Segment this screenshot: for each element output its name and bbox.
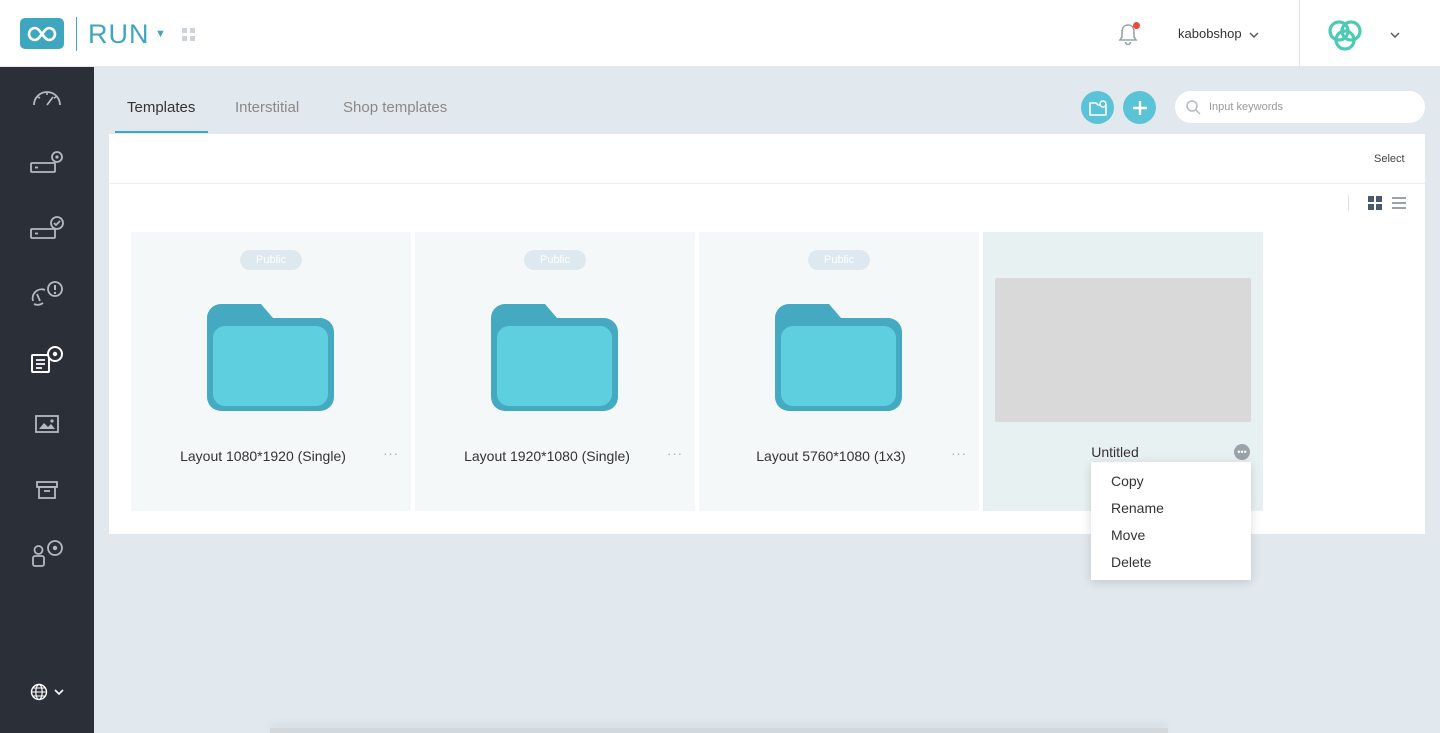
new-folder-button[interactable] [1081, 91, 1114, 124]
device-settings-icon[interactable] [27, 143, 67, 183]
menu-item-delete[interactable]: Delete [1091, 552, 1251, 579]
template-thumbnail[interactable] [995, 278, 1251, 422]
more-options-icon[interactable]: ••• [1234, 444, 1250, 460]
menu-item-move[interactable]: Move [1091, 525, 1251, 552]
tab-shop-templates[interactable]: Shop templates [343, 99, 447, 116]
card-title: Layout 1920*1080 (Single) [464, 448, 630, 464]
plus-icon [1132, 100, 1147, 115]
folder-icon [775, 304, 902, 411]
search-box[interactable] [1175, 91, 1425, 123]
folder-icon [207, 304, 334, 411]
public-badge: Public [524, 250, 586, 270]
card-title: Untitled [1091, 444, 1139, 460]
grid-view-icon[interactable] [1368, 196, 1382, 215]
logo-divider [76, 17, 77, 51]
public-badge: Public [808, 250, 870, 270]
username[interactable]: kabobshop [1178, 26, 1242, 41]
tab-templates[interactable]: Templates [127, 99, 195, 116]
panel-divider [109, 183, 1425, 184]
more-options-icon[interactable]: ··· [383, 446, 399, 461]
list-view-icon[interactable] [1392, 196, 1406, 215]
context-menu: Copy Rename Move Delete [1091, 462, 1251, 580]
top-header: RUN ▼ kabobshop [0, 0, 1440, 67]
menu-item-rename[interactable]: Rename [1091, 498, 1251, 525]
chevron-down-icon [54, 689, 64, 696]
view-divider [1348, 195, 1349, 211]
notification-dot [1133, 22, 1140, 29]
media-image-icon[interactable] [27, 404, 67, 444]
menu-item-copy[interactable]: Copy [1091, 471, 1251, 498]
archive-box-icon[interactable] [27, 470, 67, 510]
card-title: Layout 1080*1920 (Single) [180, 448, 346, 464]
search-input[interactable] [1209, 101, 1409, 113]
header-divider [1299, 0, 1300, 67]
active-tab-indicator [115, 131, 208, 133]
globe-icon [30, 683, 48, 701]
device-check-icon[interactable] [27, 209, 67, 249]
select-button[interactable]: Select [1374, 153, 1405, 165]
more-options-icon[interactable]: ··· [667, 446, 683, 461]
language-selector[interactable] [30, 683, 64, 701]
add-template-button[interactable] [1123, 91, 1156, 124]
template-card[interactable]: Public Layout 1080*1920 (Single) ··· [131, 232, 411, 511]
alert-monitor-icon[interactable] [27, 274, 67, 314]
brand-logo-icon[interactable] [1325, 17, 1365, 58]
logo-icon[interactable] [20, 18, 64, 49]
folder-icon [491, 304, 618, 411]
public-badge: Public [240, 250, 302, 270]
folder-add-icon [1088, 99, 1107, 116]
tab-interstitial[interactable]: Interstitial [235, 99, 299, 116]
bottom-scrollbar[interactable] [270, 728, 1168, 733]
app-name[interactable]: RUN [88, 19, 150, 50]
template-settings-icon[interactable] [27, 340, 67, 380]
more-options-icon[interactable]: ··· [951, 446, 967, 461]
apps-grid-icon[interactable] [182, 28, 195, 46]
card-title: Layout 5760*1080 (1x3) [756, 448, 906, 464]
user-settings-icon[interactable] [27, 533, 67, 573]
dashboard-gauge-icon[interactable] [27, 77, 67, 117]
template-card[interactable]: Public Layout 5760*1080 (1x3) ··· [699, 232, 979, 511]
template-card[interactable]: Public Layout 1920*1080 (Single) ··· [415, 232, 695, 511]
search-icon [1186, 100, 1201, 115]
chevron-down-icon[interactable] [1249, 27, 1259, 45]
app-caret-icon[interactable]: ▼ [155, 28, 166, 40]
chevron-down-icon[interactable] [1390, 27, 1400, 45]
